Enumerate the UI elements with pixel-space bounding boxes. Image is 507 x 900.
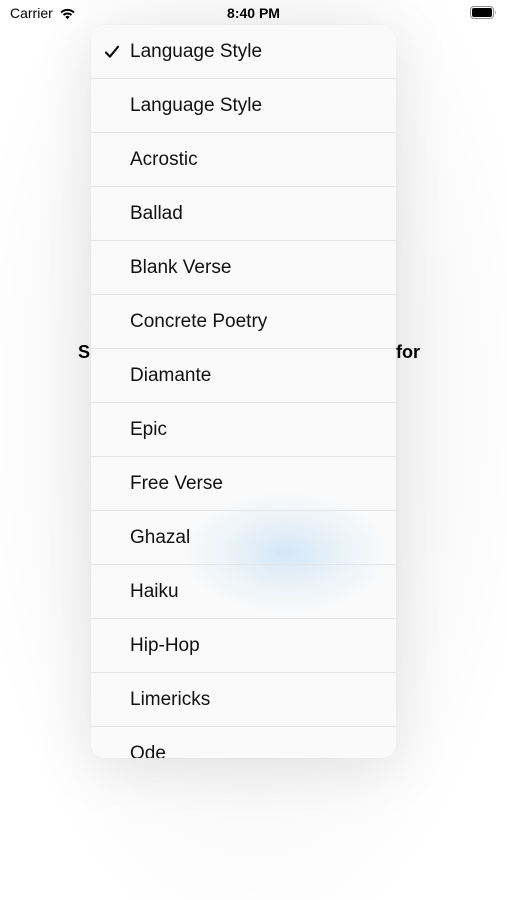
menu-item-label: Ghazal	[130, 526, 191, 548]
menu-item-limericks[interactable]: Limericks	[91, 673, 396, 727]
status-bar: Carrier 8:40 PM	[0, 0, 507, 28]
menu-item-label: Diamante	[130, 364, 212, 386]
menu-item-concrete-poetry[interactable]: Concrete Poetry	[91, 295, 396, 349]
menu-item-ghazal[interactable]: Ghazal	[91, 511, 396, 565]
menu-item-label: Ode	[130, 742, 166, 759]
background-label-left: S	[78, 342, 91, 362]
language-style-menu[interactable]: Language Style Language Style Acrostic B…	[91, 25, 396, 758]
menu-list: Language Style Language Style Acrostic B…	[91, 25, 396, 758]
menu-item-label: Hip-Hop	[130, 634, 200, 656]
menu-item-acrostic[interactable]: Acrostic	[91, 133, 396, 187]
menu-item-ode[interactable]: Ode	[91, 727, 396, 759]
menu-item-language-style-selected[interactable]: Language Style	[91, 25, 396, 79]
menu-item-label: Acrostic	[130, 148, 198, 170]
menu-item-epic[interactable]: Epic	[91, 403, 396, 457]
menu-item-hip-hop[interactable]: Hip-Hop	[91, 619, 396, 673]
menu-item-label: Ballad	[130, 202, 183, 224]
menu-item-label: Language Style	[130, 40, 263, 62]
menu-item-label: Epic	[130, 418, 167, 440]
status-time: 8:40 PM	[227, 5, 280, 21]
menu-item-label: Free Verse	[130, 472, 223, 494]
checkmark-icon	[104, 45, 120, 58]
menu-item-diamante[interactable]: Diamante	[91, 349, 396, 403]
menu-item-blank-verse[interactable]: Blank Verse	[91, 241, 396, 295]
menu-item-label: Blank Verse	[130, 256, 232, 278]
menu-item-label: Haiku	[130, 580, 179, 602]
menu-item-haiku[interactable]: Haiku	[91, 565, 396, 619]
menu-item-label: Limericks	[130, 688, 211, 710]
menu-item-ballad[interactable]: Ballad	[91, 187, 396, 241]
menu-item-language-style[interactable]: Language Style	[91, 79, 396, 133]
battery-icon	[470, 6, 496, 19]
background-label-right: for	[396, 342, 420, 362]
menu-item-label: Concrete Poetry	[130, 310, 268, 332]
app-screen: Carrier 8:40 PM S for Language Style Lan…	[0, 0, 507, 900]
menu-item-free-verse[interactable]: Free Verse	[91, 457, 396, 511]
menu-item-label: Language Style	[130, 94, 263, 116]
